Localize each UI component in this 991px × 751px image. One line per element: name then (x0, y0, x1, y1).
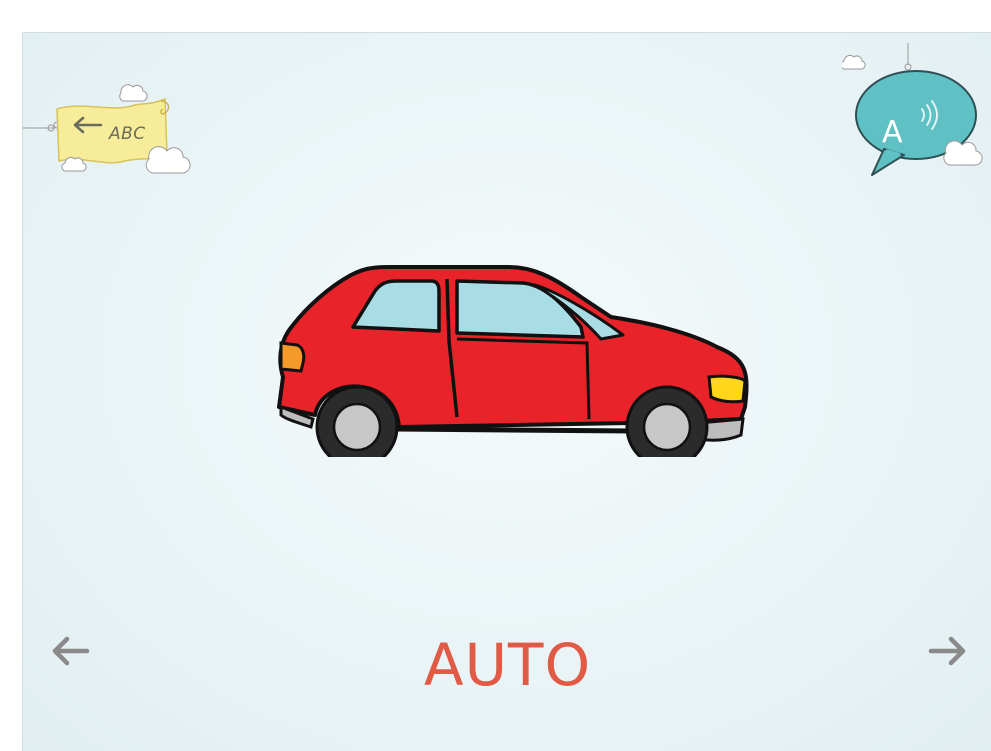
next-button[interactable] (925, 633, 969, 669)
car-icon (277, 265, 749, 469)
bubble-letter: A (882, 115, 903, 150)
speech-bubble-icon (842, 43, 983, 176)
arrow-right-icon (928, 636, 966, 666)
back-to-abc-button[interactable]: ABC (23, 63, 193, 183)
flashcard-screen: ABC A AUTO (22, 32, 991, 751)
flag-banner-icon (23, 84, 191, 174)
play-sound-button[interactable]: A (842, 43, 991, 203)
car-picture (271, 247, 751, 469)
back-label: ABC (109, 124, 146, 144)
word-label: AUTO (423, 631, 592, 699)
